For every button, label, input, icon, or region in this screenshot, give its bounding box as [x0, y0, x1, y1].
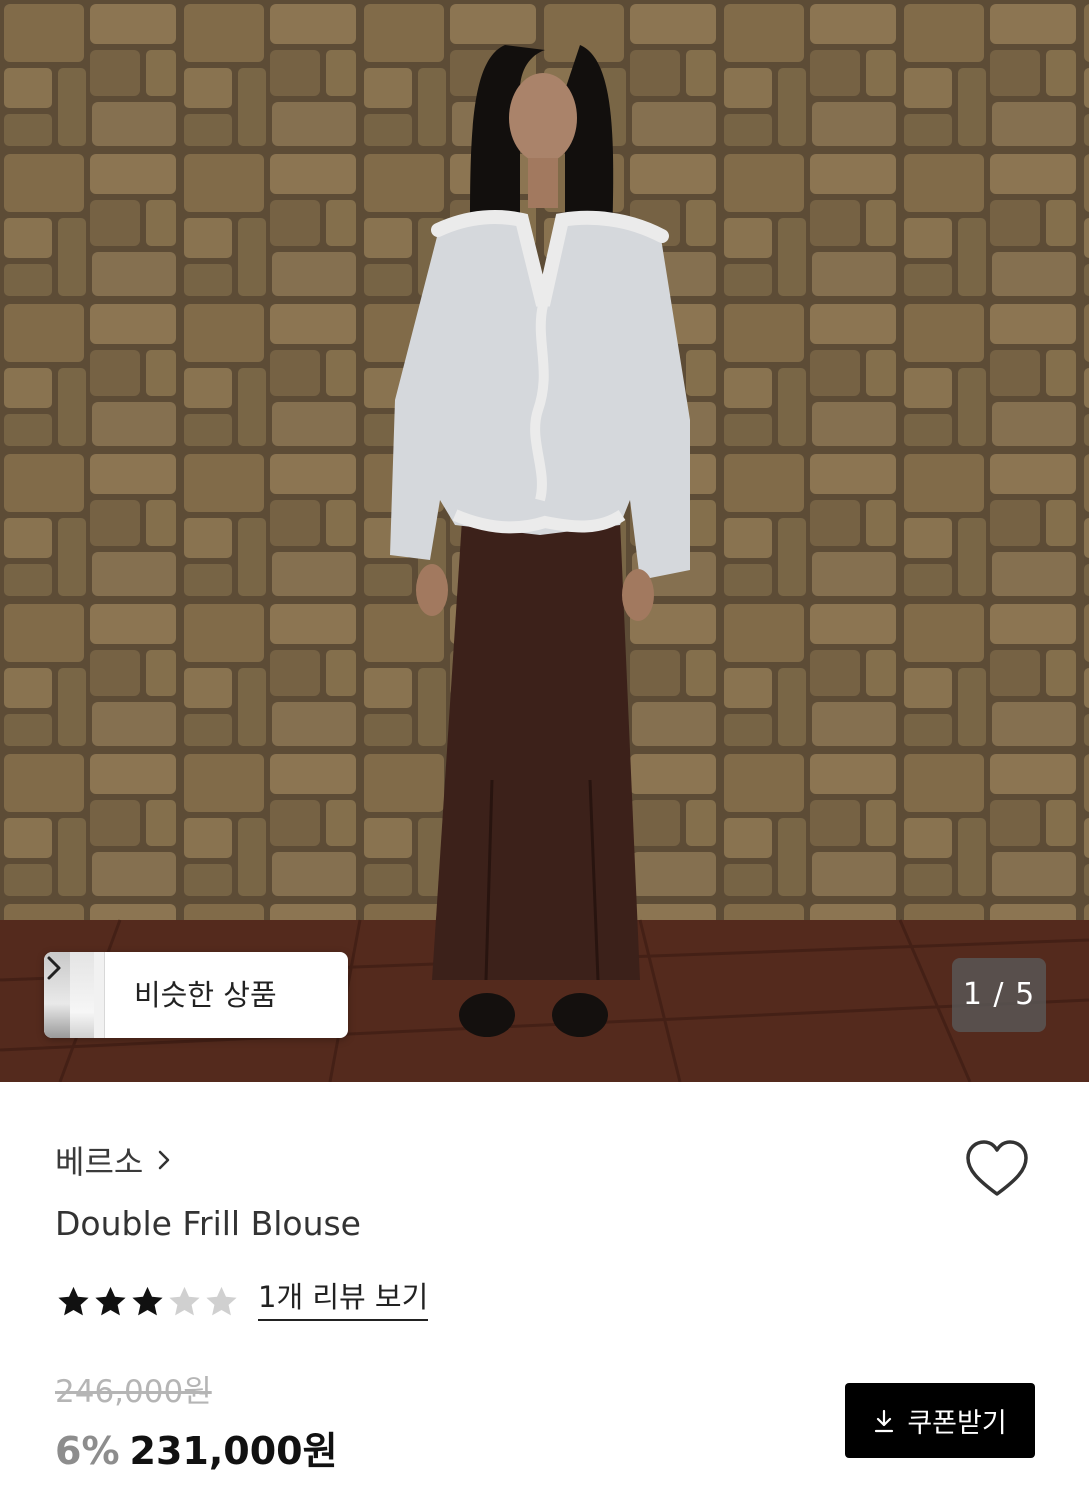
coupon-label: 쿠폰받기: [907, 1408, 1007, 1439]
chevron-right-icon: [47, 956, 61, 980]
star-empty-icon: [169, 1286, 200, 1315]
download-coupon-button[interactable]: 쿠폰받기: [845, 1383, 1035, 1458]
discount-rate: 6%: [55, 1429, 120, 1473]
rating-row: 1개 리뷰 보기: [55, 1278, 429, 1324]
original-price: 246,000원: [55, 1374, 212, 1410]
star-empty-icon: [206, 1286, 237, 1315]
image-page-counter: 1 / 5: [952, 958, 1046, 1032]
brand-name: 베르소: [55, 1143, 144, 1181]
brand-link[interactable]: 베르소: [55, 1138, 171, 1182]
price-row: 6% 231,000원: [55, 1420, 338, 1475]
similar-products-label: 비슷한 상품: [134, 978, 277, 1012]
star-filled-icon: [95, 1286, 126, 1315]
product-photo: [0, 0, 1089, 1082]
reviews-link[interactable]: 1개 리뷰 보기: [258, 1281, 429, 1321]
rating-stars: [55, 1283, 240, 1320]
star-filled-icon: [58, 1286, 89, 1315]
download-icon: [875, 1409, 894, 1432]
chevron-right-icon: [159, 1150, 170, 1170]
heart-icon[interactable]: [964, 1138, 1030, 1200]
product-image-carousel[interactable]: 비슷한 상품 1 / 5: [0, 0, 1089, 1082]
similar-products-button[interactable]: 비슷한 상품: [44, 952, 348, 1038]
product-title: Double Frill Blouse: [55, 1204, 361, 1243]
star-filled-icon: [132, 1286, 163, 1315]
final-price: 231,000원: [129, 1429, 338, 1473]
